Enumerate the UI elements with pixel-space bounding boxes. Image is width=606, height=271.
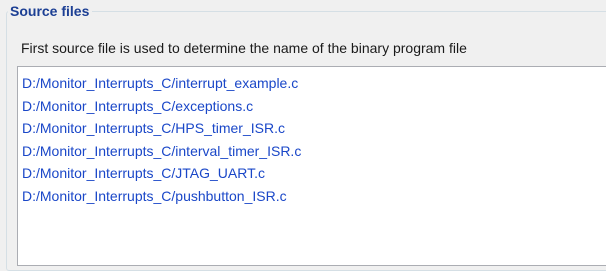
source-file-item[interactable]: D:/Monitor_Interrupts_C/exceptions.c — [18, 95, 606, 118]
source-file-item[interactable]: D:/Monitor_Interrupts_C/JTAG_UART.c — [18, 162, 606, 185]
source-file-item[interactable]: D:/Monitor_Interrupts_C/interval_timer_I… — [18, 140, 606, 163]
source-file-item[interactable]: D:/Monitor_Interrupts_C/HPS_timer_ISR.c — [18, 117, 606, 140]
source-file-list[interactable]: D:/Monitor_Interrupts_C/interrupt_exampl… — [17, 66, 606, 266]
source-file-item[interactable]: D:/Monitor_Interrupts_C/pushbutton_ISR.c — [18, 185, 606, 208]
source-files-description: First source file is used to determine t… — [21, 40, 467, 56]
source-file-item[interactable]: D:/Monitor_Interrupts_C/interrupt_exampl… — [18, 72, 606, 95]
source-files-title: Source files — [8, 2, 93, 20]
